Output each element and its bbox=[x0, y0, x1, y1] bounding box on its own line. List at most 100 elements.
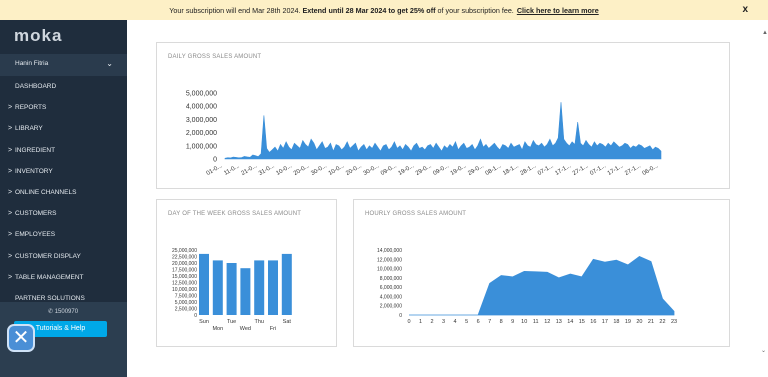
chevron-down-icon[interactable]: ⌄ bbox=[106, 59, 113, 68]
y-tick-label: 10,000,000 bbox=[172, 287, 197, 293]
x-tick-label: 28-1... bbox=[520, 163, 538, 177]
x-tick-label: 10-0... bbox=[328, 163, 346, 177]
bar-mon bbox=[212, 260, 223, 315]
close-help-icon[interactable]: ✕ bbox=[7, 324, 35, 352]
bar-thu bbox=[254, 260, 265, 315]
x-tick-label: 2 bbox=[431, 319, 434, 325]
scroll-down-icon[interactable]: ⌄ bbox=[761, 347, 766, 354]
y-tick-label: 1,000,000 bbox=[186, 143, 217, 150]
support-phone-number: 1500970 bbox=[54, 309, 79, 315]
x-tick-label: 10 bbox=[521, 319, 527, 325]
banner-text-tail: of your subscription fee. bbox=[437, 5, 514, 15]
y-tick-label: 0 bbox=[213, 157, 217, 164]
y-tick-label: 2,500,000 bbox=[175, 307, 197, 313]
x-tick-label: 31-0... bbox=[258, 163, 276, 177]
daily-sales-card: DAILY GROSS SALES AMOUNT 5,000,000 4,000,… bbox=[156, 42, 730, 189]
sidebar-item-label: ONLINE CHANNELS bbox=[15, 188, 77, 196]
x-tick-label: 29-0... bbox=[415, 163, 433, 177]
scroll-up-icon[interactable]: ▲ bbox=[762, 30, 768, 36]
sidebar-item-customer-display[interactable]: > CUSTOMER DISPLAY bbox=[0, 246, 127, 267]
x-tick-label: 09-0... bbox=[380, 163, 398, 177]
x-tick-label: 6 bbox=[477, 319, 480, 325]
x-tick-label: 0 bbox=[407, 319, 410, 325]
chevron-right-icon: > bbox=[8, 252, 13, 260]
x-tick-label: 11 bbox=[533, 319, 539, 325]
x-tick-label: Fri bbox=[270, 326, 276, 332]
x-tick-label: 07-1... bbox=[537, 163, 555, 177]
x-tick-label: 19-0... bbox=[397, 163, 415, 177]
subscription-banner: Your subscription will end Mar 28th 2024… bbox=[0, 0, 768, 20]
x-tick-label: 21-0... bbox=[241, 163, 259, 177]
x-tick-label: 12 bbox=[544, 319, 550, 325]
weekday-sales-card: DAY OF THE WEEK GROSS SALES AMOUNT 25,00… bbox=[156, 199, 337, 347]
support-phone: ✆ 1500970 bbox=[48, 308, 78, 315]
x-tick-label: 7 bbox=[488, 319, 491, 325]
chevron-right-icon: > bbox=[8, 231, 13, 239]
y-tick-label: 12,000,000 bbox=[377, 257, 402, 263]
bar-sat bbox=[281, 253, 292, 315]
sidebar-item-employees[interactable]: > EMPLOYEES bbox=[0, 224, 127, 245]
x-tick-label: 17-1... bbox=[607, 163, 625, 177]
hourly-sales-area bbox=[409, 256, 675, 316]
sidebar-item-reports[interactable]: > REPORTS bbox=[0, 97, 127, 118]
sidebar-item-library[interactable]: > LIBRARY bbox=[0, 118, 127, 139]
x-tick-label: 15 bbox=[579, 319, 585, 325]
sidebar-item-dashboard[interactable]: DASHBOARD bbox=[0, 76, 127, 97]
chevron-right-icon: > bbox=[8, 210, 13, 218]
sidebar-item-label: CUSTOMER DISPLAY bbox=[15, 252, 81, 260]
sidebar-nav: DASHBOARD > REPORTS > LIBRARY > INGREDIENT … bbox=[0, 76, 127, 309]
sidebar-item-label: INGREDIENT bbox=[15, 146, 56, 154]
bar-sun bbox=[199, 253, 209, 315]
sidebar-item-label: LIBRARY bbox=[15, 125, 43, 133]
x-tick-label: 3 bbox=[442, 319, 445, 325]
weekday-sales-chart: 25,000,00022,500,00020,000,00017,500,000… bbox=[172, 248, 292, 332]
x-tick-label: Sun bbox=[199, 319, 209, 325]
x-tick-label: 19-0... bbox=[450, 163, 468, 177]
x-tick-label: 21 bbox=[648, 319, 654, 325]
x-tick-label: 29-0... bbox=[467, 163, 485, 177]
y-tick-label: 22,500,000 bbox=[172, 255, 197, 261]
user-menu[interactable]: Hanin Fitria ⌄ bbox=[0, 54, 127, 76]
sidebar-item-ingredient[interactable]: > INGREDIENT bbox=[0, 140, 127, 161]
x-tick-label: 16 bbox=[590, 319, 596, 325]
close-banner-icon[interactable]: x bbox=[742, 4, 748, 15]
sidebar-item-inventory[interactable]: > INVENTORY bbox=[0, 161, 127, 182]
y-tick-label: 5,000,000 bbox=[175, 300, 197, 306]
y-tick-label: 4,000,000 bbox=[186, 104, 217, 111]
x-tick-label: 13 bbox=[556, 319, 562, 325]
y-tick-label: 15,000,000 bbox=[172, 274, 197, 280]
learn-more-link[interactable]: Click here to learn more bbox=[517, 6, 599, 15]
bar-fri bbox=[268, 260, 278, 315]
sidebar-item-label: DASHBOARD bbox=[15, 83, 57, 90]
x-tick-label: 22 bbox=[659, 319, 665, 325]
chevron-right-icon: > bbox=[8, 125, 13, 133]
sidebar-item-label: CUSTOMERS bbox=[15, 210, 57, 218]
moka-logo[interactable]: moka bbox=[14, 26, 62, 46]
y-tick-label: 6,000,000 bbox=[380, 285, 402, 291]
chevron-right-icon: > bbox=[8, 273, 13, 281]
hourly-sales-card: HOURLY GROSS SALES AMOUNT 14,000,000 12,0… bbox=[353, 199, 730, 347]
sidebar-item-table-management[interactable]: > TABLE MANAGEMENT bbox=[0, 267, 127, 288]
y-tick-label: 2,000,000 bbox=[186, 130, 217, 137]
bar-wed bbox=[240, 268, 251, 315]
x-tick-label: 1 bbox=[419, 319, 422, 325]
y-tick-label: 25,000,000 bbox=[172, 248, 197, 254]
y-tick-label: 20,000,000 bbox=[172, 261, 197, 267]
x-tick-label: Tue bbox=[227, 319, 236, 325]
banner-text: Your subscription will end Mar 28th 2024… bbox=[169, 5, 301, 15]
sidebar-item-customers[interactable]: > CUSTOMERS bbox=[0, 203, 127, 224]
x-tick-label: Mon bbox=[212, 326, 223, 332]
y-tick-label: 0 bbox=[194, 313, 197, 319]
x-tick-label: 17 bbox=[602, 319, 608, 325]
banner-discount-text: Extend until 28 Mar 2024 to get 25% off bbox=[302, 5, 436, 15]
y-tick-label: 12,500,000 bbox=[172, 281, 197, 287]
sidebar-item-online-channels[interactable]: > ONLINE CHANNELS bbox=[0, 182, 127, 203]
sidebar-item-label: EMPLOYEES bbox=[15, 231, 56, 239]
daily-sales-area bbox=[224, 102, 662, 160]
x-tick-label: 8 bbox=[500, 319, 503, 325]
y-tick-label: 5,000,000 bbox=[186, 91, 217, 98]
x-tick-label: 06-0... bbox=[642, 163, 660, 177]
x-tick-label: 20-0... bbox=[293, 163, 311, 177]
x-tick-label: 01-0... bbox=[206, 163, 224, 177]
sidebar-item-label: INVENTORY bbox=[15, 167, 53, 175]
